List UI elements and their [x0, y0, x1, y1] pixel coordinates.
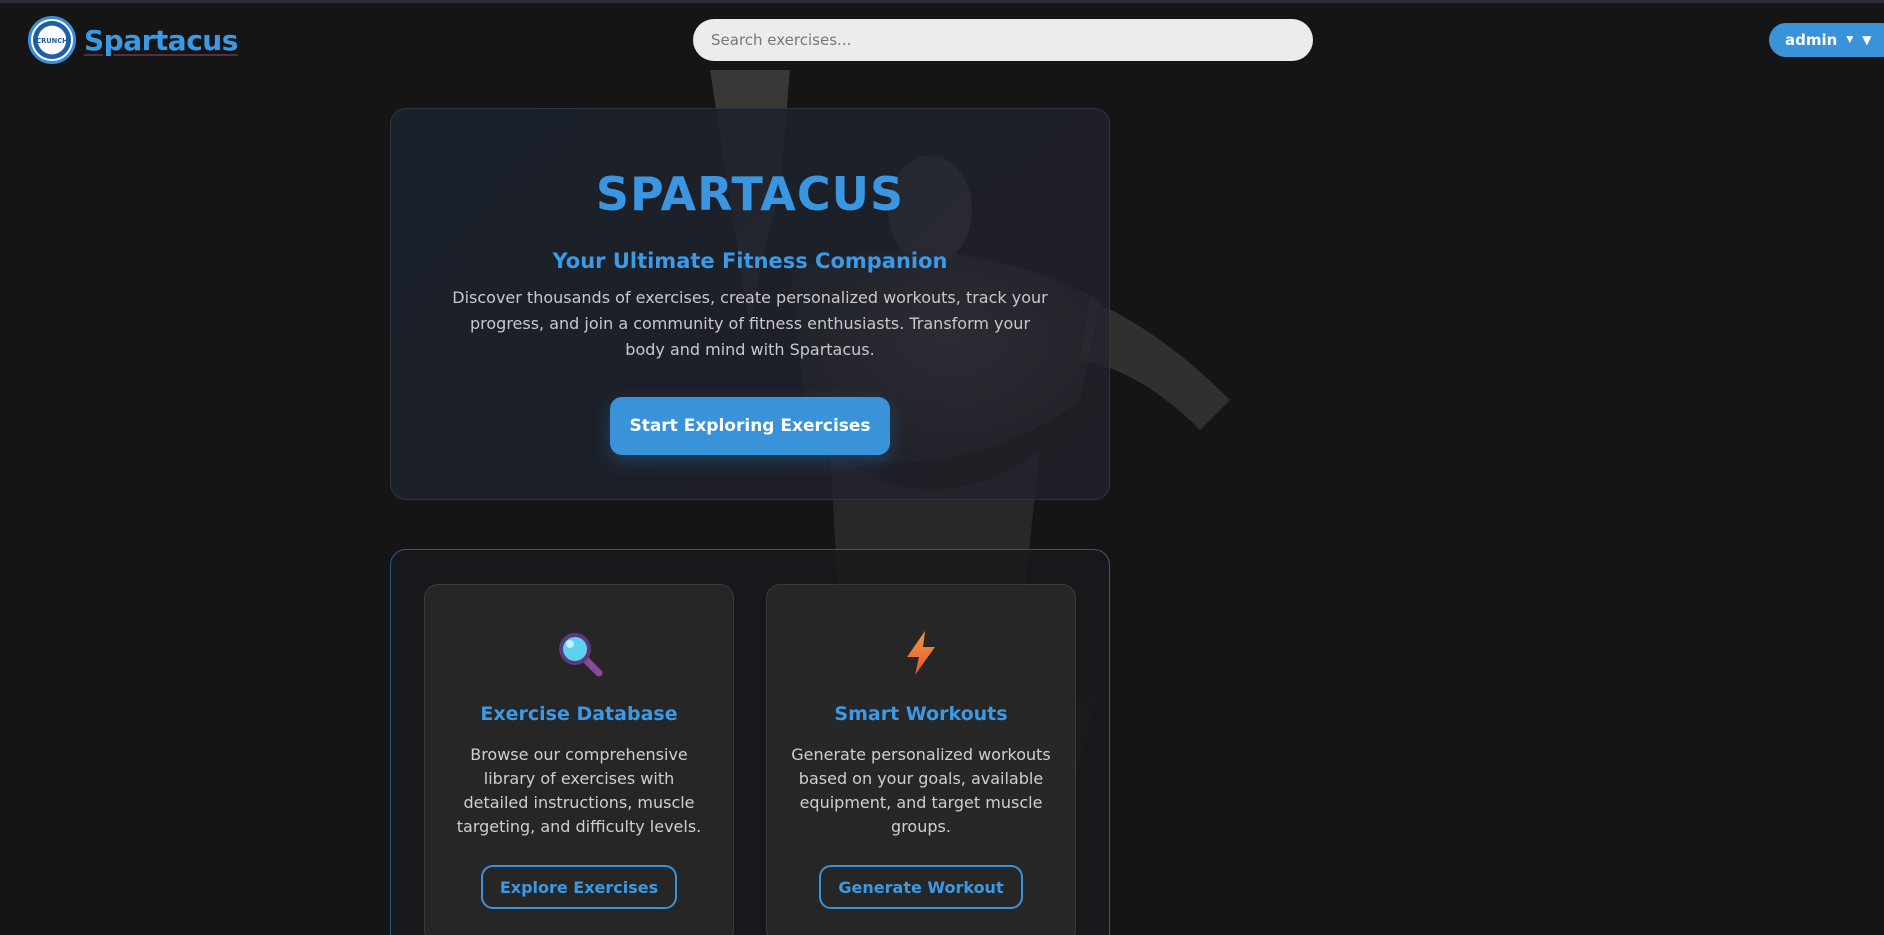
hero-title: SPARTACUS — [595, 167, 905, 221]
user-name: admin — [1785, 31, 1838, 49]
logo-text: CRUNCH — [36, 37, 68, 45]
explore-exercises-button[interactable]: Explore Exercises — [480, 865, 678, 909]
feature-title: Smart Workouts — [834, 703, 1008, 725]
feature-description: Browse our comprehensive library of exer… — [456, 745, 702, 836]
generate-workout-button[interactable]: Generate Workout — [819, 865, 1023, 909]
feature-card-exercise-database: Exercise Database Browse our comprehensi… — [424, 584, 734, 935]
chevron-down-icon: ▼ — [1846, 35, 1854, 45]
brand-name[interactable]: Spartacus — [84, 24, 238, 57]
magnifying-glass-icon — [559, 633, 603, 677]
hero-description: Discover thousands of exercises, create … — [452, 288, 1048, 359]
dropdown-toggle-icon[interactable]: ▼ — [1862, 33, 1871, 47]
hero-card: SPARTACUS Your Ultimate Fitness Companio… — [390, 108, 1110, 500]
feature-card-smart-workouts: Smart Workouts Generate personalized wor… — [766, 584, 1076, 935]
search-input[interactable] — [693, 19, 1313, 61]
feature-description: Generate personalized workouts based on … — [791, 745, 1051, 836]
crunch-logo-icon: CRUNCH — [28, 16, 76, 64]
start-exploring-button[interactable]: Start Exploring Exercises — [610, 397, 890, 455]
hero-subtitle: Your Ultimate Fitness Companion — [552, 249, 948, 273]
feature-title: Exercise Database — [480, 703, 678, 725]
window-top-border — [0, 0, 1884, 3]
lightning-icon — [907, 631, 935, 675]
features-panel: Exercise Database Browse our comprehensi… — [390, 549, 1110, 935]
brand-logo-link[interactable]: CRUNCH Spartacus — [28, 16, 238, 64]
user-menu-button[interactable]: admin ▼ ▼ — [1769, 23, 1884, 57]
